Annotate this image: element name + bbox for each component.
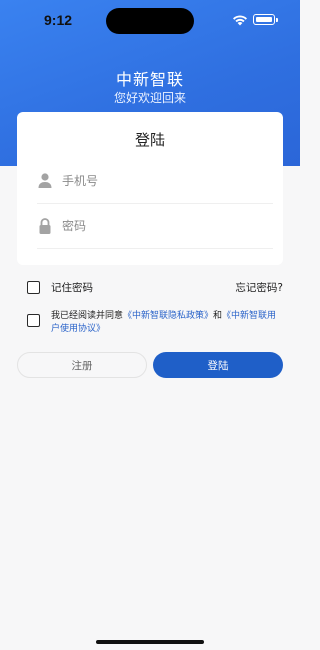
agreement-row: 我已经阅读并同意《中新智联隐私政策》和《中新智联用户使用协议》: [27, 310, 283, 336]
remember-row: 记住密码 忘记密码?: [27, 280, 283, 296]
login-button[interactable]: 登陆: [153, 352, 283, 378]
wifi-icon: [233, 15, 247, 26]
forgot-password-link[interactable]: 忘记密码?: [235, 280, 283, 295]
password-field: [37, 205, 273, 249]
phone-field: [37, 160, 273, 204]
remember-label[interactable]: 记住密码: [51, 280, 93, 295]
status-bar: 9:12: [0, 0, 300, 40]
battery-icon: [253, 14, 278, 25]
login-card-title: 登陆: [134, 131, 165, 149]
agreement-checkbox[interactable]: [27, 314, 40, 327]
phone-input[interactable]: [62, 170, 262, 192]
home-indicator: [96, 640, 204, 644]
app-title: 中新智联: [115, 70, 184, 89]
dynamic-island: [106, 8, 194, 34]
login-card: 登陆: [17, 112, 283, 265]
agreement-prefix: 我已经阅读并同意: [51, 311, 124, 321]
password-input[interactable]: [62, 215, 262, 237]
lock-icon: [39, 218, 51, 234]
privacy-policy-link[interactable]: 《中新智联隐私政策》: [123, 311, 213, 321]
welcome-subtitle: 您好欢迎回来: [113, 91, 186, 105]
status-time: 9:12: [44, 12, 73, 28]
remember-checkbox[interactable]: [27, 281, 40, 294]
user-icon: [38, 173, 52, 188]
agreement-text: 我已经阅读并同意《中新智联隐私政策》和《中新智联用户使用协议》: [51, 310, 283, 335]
register-button[interactable]: 注册: [17, 352, 147, 378]
agreement-conjunction: 和: [213, 311, 223, 321]
